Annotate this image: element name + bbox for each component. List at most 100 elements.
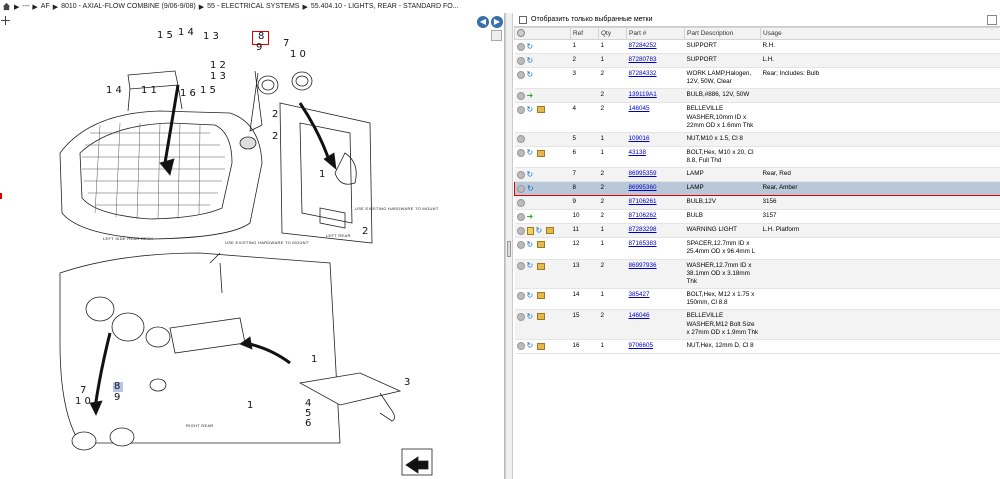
callout-1c[interactable]: 1 — [247, 400, 253, 411]
cell-part-number[interactable]: 139119A1 — [626, 88, 685, 104]
refresh-icon[interactable]: ↻ — [527, 291, 535, 300]
panel-splitter[interactable] — [505, 13, 513, 479]
table-row[interactable]: ↻ 12 1 87165383 SPACER,12.7mm ID x 25.4mm OD… — [514, 237, 1000, 260]
table-row[interactable]: ↻ 1 1 87284252 SUPPORT R.H. — [514, 39, 1000, 54]
cell-part-number-text[interactable]: 139119A1 — [629, 91, 657, 98]
remove-icon[interactable] — [516, 42, 525, 51]
cell-part-number[interactable]: 86995360 — [626, 181, 685, 197]
callout-2c[interactable]: 2 — [362, 226, 368, 237]
package-icon[interactable] — [536, 106, 545, 114]
remove-icon[interactable] — [516, 198, 525, 207]
callout-2b[interactable]: 2 — [272, 131, 278, 142]
show-selected-only-checkbox[interactable] — [519, 15, 527, 24]
callout-13b[interactable]: 1 3 — [210, 71, 226, 82]
cell-part-number[interactable]: 146045 — [626, 102, 685, 133]
remove-icon[interactable] — [516, 212, 525, 221]
cell-part-number-text[interactable]: 87280783 — [629, 56, 657, 63]
splitter-grip[interactable] — [507, 241, 511, 257]
cell-part-number[interactable]: 385427 — [626, 288, 685, 311]
select-all-icon[interactable] — [517, 28, 525, 37]
panel-option-icon[interactable] — [987, 15, 997, 25]
package-icon[interactable] — [536, 313, 545, 321]
cell-part-number-text[interactable]: 146045 — [629, 105, 650, 112]
remove-icon[interactable] — [516, 240, 525, 249]
table-row-selected[interactable]: ↻ 8 2 86995360 LAMP Rear, Amber — [514, 181, 1000, 197]
package-icon[interactable] — [536, 262, 545, 270]
callout-7b[interactable]: 7 — [80, 385, 86, 396]
callout-8[interactable]: 8 — [258, 31, 264, 42]
callout-6[interactable]: 6 — [305, 418, 311, 429]
refresh-icon[interactable]: ↻ — [527, 70, 535, 79]
refresh-icon[interactable]: ↻ — [527, 56, 535, 65]
refresh-icon[interactable]: ↻ — [536, 226, 544, 235]
arrow-icon[interactable]: ➜ — [527, 91, 536, 100]
callout-10b[interactable]: 1 0 — [75, 396, 91, 407]
callout-8b[interactable]: 8 — [114, 381, 120, 392]
cell-part-number[interactable]: 87283298 — [626, 223, 685, 239]
table-row[interactable]: ↻ 7 2 86995359 LAMP Rear, Red — [514, 167, 1000, 183]
cell-part-number[interactable]: 87284332 — [626, 67, 685, 90]
header-qty[interactable]: Qty — [598, 27, 627, 40]
refresh-icon[interactable]: ↻ — [527, 342, 535, 350]
cell-part-number-text[interactable]: 86997936 — [629, 262, 657, 269]
table-row[interactable]: ↻ 13 2 86997936 WASHER,12.7mm ID x 38.1mm OD… — [514, 259, 1000, 290]
refresh-icon[interactable]: ↻ — [527, 105, 535, 114]
remove-icon[interactable] — [516, 312, 525, 321]
cell-part-number-text[interactable]: 87106261 — [629, 198, 657, 205]
cell-part-number[interactable]: 87284252 — [626, 39, 685, 54]
cell-part-number-text[interactable]: 109016 — [629, 135, 650, 142]
callout-9b[interactable]: 9 — [114, 392, 120, 403]
cell-part-number-text[interactable]: 87165383 — [629, 240, 657, 247]
package-icon[interactable] — [536, 241, 545, 249]
header-description[interactable]: Part Description — [684, 27, 761, 40]
table-row[interactable]: ↻ 2 1 87280783 SUPPORT L.H. — [514, 53, 1000, 68]
remove-icon[interactable] — [516, 91, 525, 100]
table-row[interactable]: ➜ 10 2 87106262 BULB 3157 — [514, 209, 1000, 225]
package-icon[interactable] — [536, 292, 545, 300]
cell-part-number[interactable]: 109016 — [626, 132, 685, 147]
callout-13[interactable]: 1 3 — [203, 31, 219, 42]
breadcrumb-item-root[interactable]: --- — [22, 3, 29, 10]
remove-icon[interactable] — [516, 105, 525, 114]
document-icon[interactable] — [526, 226, 534, 235]
table-row[interactable]: 5 1 109016 NUT,M10 x 1.5, Cl 8 — [514, 132, 1000, 147]
package-icon[interactable] — [545, 227, 554, 235]
callout-3[interactable]: 3 — [404, 377, 410, 388]
header-part-number[interactable]: Part # — [626, 27, 685, 40]
cell-part-number-text[interactable]: 9706605 — [629, 342, 654, 349]
cell-part-number-text[interactable]: 87284332 — [629, 70, 657, 77]
remove-icon[interactable] — [516, 342, 525, 351]
header-icon-column[interactable] — [514, 27, 571, 40]
remove-icon[interactable] — [516, 170, 525, 179]
callout-9[interactable]: 9 — [256, 42, 262, 53]
breadcrumb-item-af[interactable]: AF — [41, 3, 50, 10]
table-row[interactable]: 9 2 87106261 BULB,12V 3156 — [514, 195, 1000, 211]
cell-part-number[interactable]: 86995359 — [626, 167, 685, 183]
cell-part-number-text[interactable]: 87106262 — [629, 212, 657, 219]
cell-part-number[interactable]: 9706605 — [626, 339, 685, 354]
cell-part-number[interactable]: 43138 — [626, 146, 685, 169]
remove-icon[interactable] — [516, 226, 525, 235]
callout-11[interactable]: 1 1 — [141, 85, 157, 96]
table-row[interactable]: ↻ 16 1 9706605 NUT,Hex, 12mm D, Cl 8 — [514, 339, 1000, 354]
callout-12[interactable]: 1 2 — [210, 60, 226, 71]
refresh-icon[interactable]: ↻ — [527, 149, 535, 157]
remove-icon[interactable] — [516, 70, 525, 79]
cell-part-number-text[interactable]: 87283298 — [629, 226, 657, 233]
cell-part-number[interactable]: 86997936 — [626, 259, 685, 290]
cell-part-number-text[interactable]: 146046 — [629, 312, 650, 319]
package-icon[interactable] — [536, 342, 545, 350]
callout-2a[interactable]: 2 — [272, 109, 278, 120]
cell-part-number-text[interactable]: 86995359 — [629, 170, 657, 177]
callout-16[interactable]: 1 6 — [180, 88, 196, 99]
table-row[interactable]: ↻ 14 1 385427 BOLT,Hex, M12 x 1.75 x 150mm, … — [514, 288, 1000, 311]
cell-part-number[interactable]: 87280783 — [626, 53, 685, 68]
cell-part-number[interactable]: 87106262 — [626, 209, 685, 225]
refresh-icon[interactable]: ↻ — [527, 262, 535, 270]
callout-7[interactable]: 7 — [283, 38, 289, 49]
cell-part-number[interactable]: 87165383 — [626, 237, 685, 260]
table-row[interactable]: ➜ 2 139119A1 BULB,#886, 12V, 50W — [514, 88, 1000, 104]
refresh-icon[interactable]: ↻ — [527, 184, 535, 193]
package-icon[interactable] — [536, 149, 545, 157]
table-row[interactable]: ↻ 11 1 87283298 WARNING LIGHT L.H. Platform — [514, 223, 1000, 239]
